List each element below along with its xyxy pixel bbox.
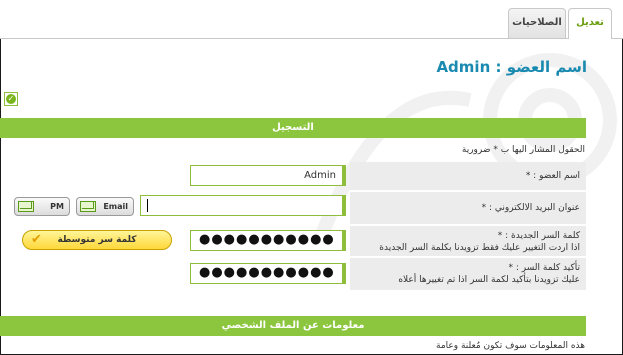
- pm-envelope-icon: [18, 201, 34, 212]
- new-password-label-block: كلمة السر الجديدة : * اذا اردت التغيير ع…: [350, 226, 586, 256]
- required-fields-note: الحقول المشار اليها ب * ضرورية: [461, 145, 585, 155]
- tab-edit[interactable]: تعديل: [568, 8, 612, 39]
- new-password-hint: اذا اردت التغيير عليك فقط تزويدنا بكلمة …: [379, 243, 580, 253]
- profile-note: هذه المعلومات سوف تكون مُعلنة وعامة: [436, 341, 585, 351]
- section-profile: معلومات عن الملف الشخصي: [0, 316, 586, 336]
- tab-permissions[interactable]: الصلاحيات: [508, 8, 566, 38]
- pm-button[interactable]: PM: [14, 197, 70, 216]
- confirm-password-label-block: تأكيد كلمة السر : * عليك تزويدنا بتأكيد …: [350, 258, 586, 290]
- email-label: عنوان البريد الالكتروني : *: [350, 192, 586, 224]
- pm-button-label: PM: [50, 202, 64, 211]
- status-check-icon[interactable]: ✓: [4, 92, 18, 106]
- confirm-password-input[interactable]: ●●●●●●●●●●●: [190, 263, 346, 284]
- section-registration: التسجيل: [0, 118, 586, 138]
- page-title: اسم العضو : Admin: [436, 58, 587, 76]
- email-button[interactable]: Email: [76, 197, 134, 216]
- password-strength-text: كلمة سر متوسطة: [57, 235, 137, 245]
- confirm-password-label: تأكيد كلمة السر : *: [508, 263, 580, 273]
- username-label: اسم العضو : *: [350, 162, 586, 190]
- new-password-label: كلمة السر الجديدة : *: [497, 231, 580, 241]
- tab-divider: [0, 38, 568, 39]
- tab-divider-right: [612, 38, 623, 39]
- username-input[interactable]: Admin: [190, 165, 346, 186]
- envelope-icon: [80, 201, 96, 212]
- new-password-input[interactable]: ●●●●●●●●●●●: [190, 230, 346, 251]
- text-caret: [147, 199, 148, 212]
- tab-bar: الصلاحيات تعديل: [0, 0, 623, 39]
- confirm-password-hint: عليك تزويدنا بتأكيد لكمة السر اذا تم تغي…: [398, 275, 580, 285]
- password-strength-badge: ✔ كلمة سر متوسطة: [22, 230, 172, 250]
- check-icon: ✔: [31, 232, 42, 247]
- email-input[interactable]: [140, 195, 346, 216]
- email-button-label: Email: [103, 202, 128, 211]
